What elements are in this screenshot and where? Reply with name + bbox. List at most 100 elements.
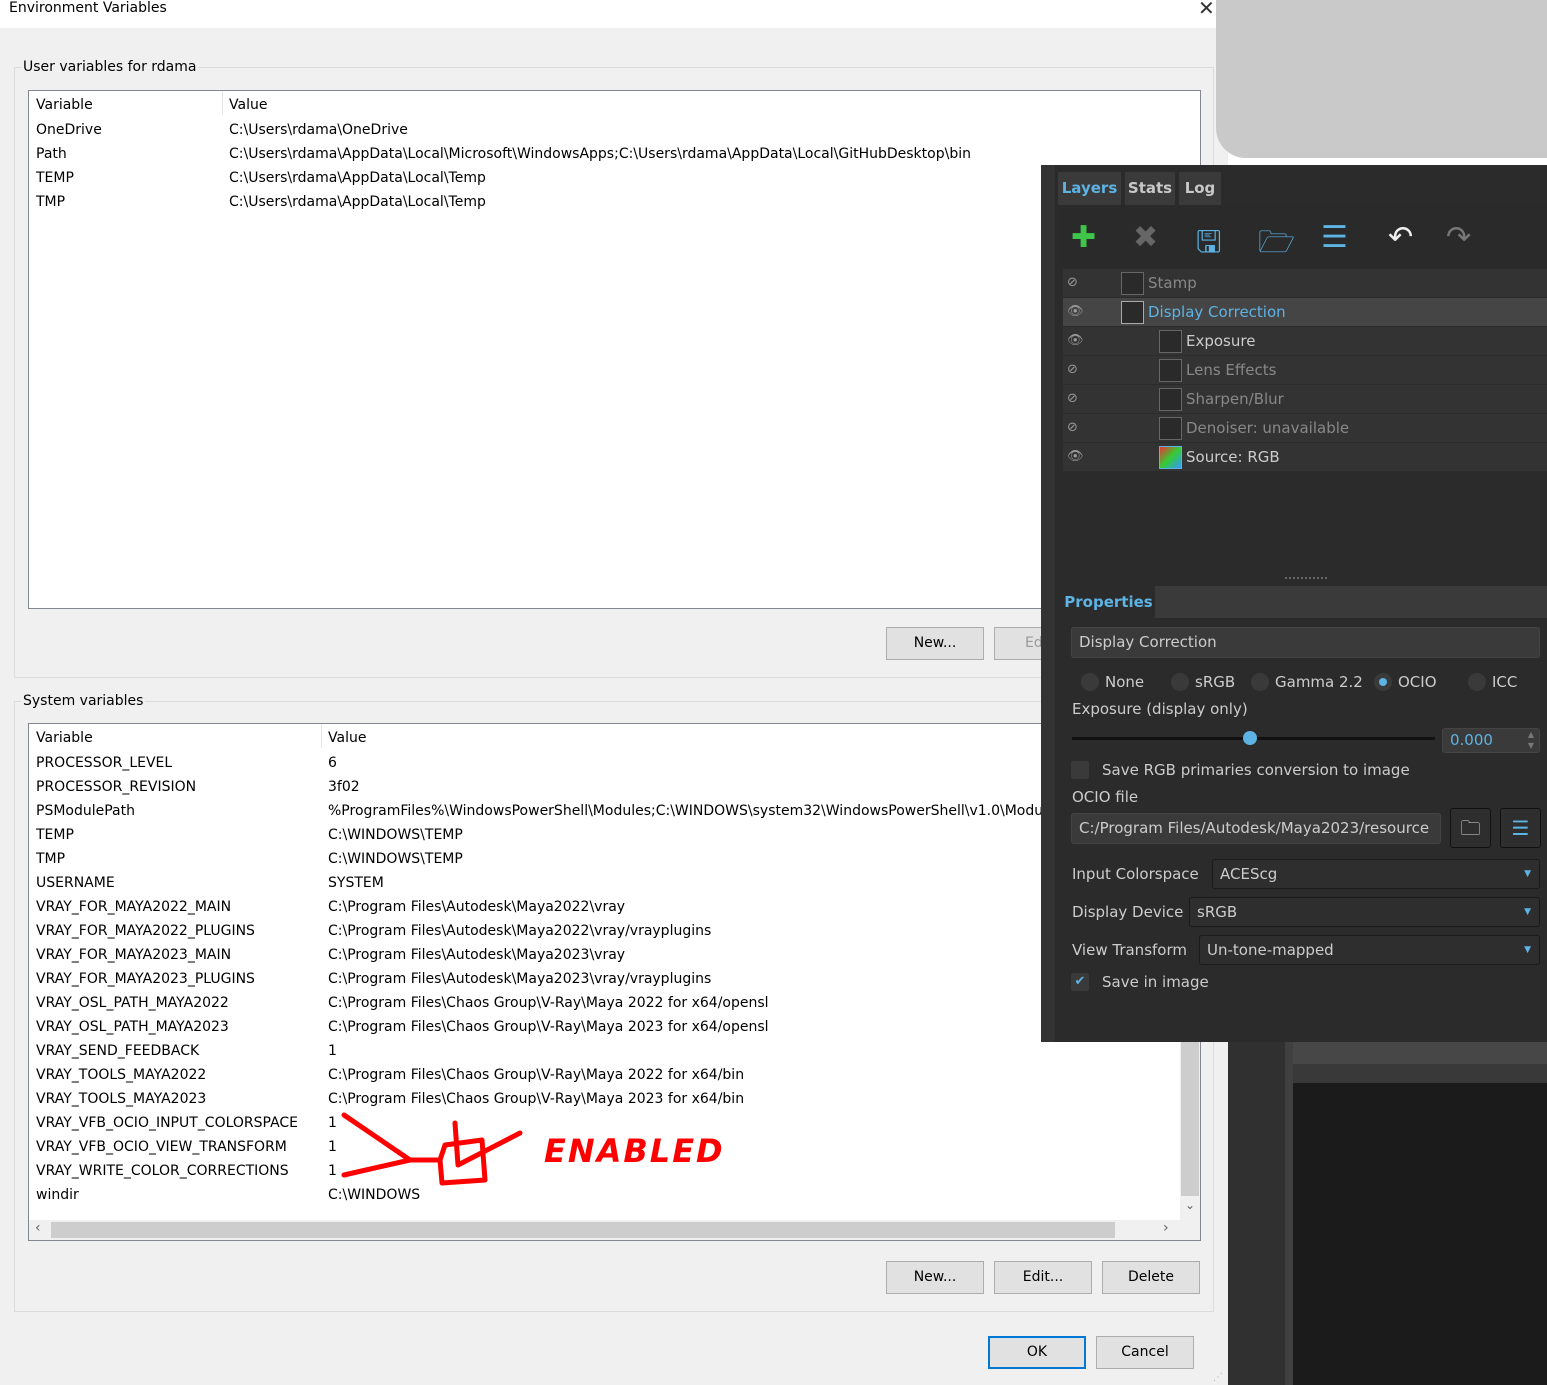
layer-name-field[interactable]: Display Correction — [1071, 627, 1540, 658]
user-variable-value[interactable]: C:\Users\rdama\AppData\Local\Temp — [229, 170, 486, 186]
system-variable-name[interactable]: PROCESSOR_LEVEL — [36, 755, 172, 771]
system-variable-name[interactable]: VRAY_SEND_FEEDBACK — [36, 1043, 199, 1059]
system-variable-name[interactable]: VRAY_FOR_MAYA2023_MAIN — [36, 947, 231, 963]
exposure-spinbox[interactable]: 0.000 ▲ ▼ — [1442, 728, 1540, 753]
scroll-right-icon[interactable]: › — [1163, 1220, 1169, 1236]
layer-row[interactable]: 👁 Display Correction — [1063, 298, 1547, 326]
system-variable-name[interactable]: VRAY_VFB_OCIO_INPUT_COLORSPACE — [36, 1115, 298, 1131]
splitter-handle[interactable] — [1285, 577, 1327, 582]
system-variable-name[interactable]: windir — [36, 1187, 79, 1203]
spin-arrows-icon[interactable]: ▲ ▼ — [1528, 729, 1534, 751]
eye-icon[interactable]: 👁 — [1067, 327, 1087, 355]
column-divider[interactable] — [222, 91, 223, 115]
system-variable-value[interactable]: C:\Program Files\Autodesk\Maya2022\vray/… — [328, 923, 711, 939]
resize-grip-icon[interactable]: ⋰ — [1213, 1372, 1223, 1383]
system-variable-value[interactable]: C:\Program Files\Chaos Group\V-Ray\Maya … — [328, 995, 769, 1011]
column-header-value[interactable]: Value — [229, 97, 267, 113]
input-colorspace-dropdown[interactable]: ACEScg ▼ — [1212, 859, 1540, 889]
system-variable-name[interactable]: PSModulePath — [36, 803, 135, 819]
user-variable-value[interactable]: C:\Users\rdama\OneDrive — [229, 122, 408, 138]
system-variable-name[interactable]: TMP — [36, 851, 65, 867]
system-variable-name[interactable]: VRAY_FOR_MAYA2022_MAIN — [36, 899, 231, 915]
exposure-slider-thumb[interactable] — [1242, 731, 1257, 745]
radio-button[interactable] — [1251, 673, 1269, 691]
ok-button[interactable]: OK — [988, 1336, 1086, 1369]
eye-hidden-icon[interactable]: ⊘ — [1067, 269, 1087, 297]
radio-button[interactable] — [1468, 673, 1486, 691]
redo-icon[interactable]: ↷ — [1446, 220, 1471, 255]
system-variable-name[interactable]: VRAY_VFB_OCIO_VIEW_TRANSFORM — [36, 1139, 287, 1155]
system-variable-value[interactable]: 6 — [328, 755, 337, 771]
system-variable-name[interactable]: USERNAME — [36, 875, 115, 891]
system-variable-value[interactable]: %ProgramFiles%\WindowsPowerShell\Modules… — [328, 803, 1063, 819]
scroll-down-icon[interactable]: ⌄ — [1185, 1198, 1195, 1212]
layer-row[interactable]: ⊘ Denoiser: unavailable — [1063, 414, 1547, 442]
delete-layer-icon[interactable]: ✖ — [1133, 220, 1158, 255]
view-transform-dropdown[interactable]: Un-tone-mapped ▼ — [1199, 935, 1540, 965]
column-header-value[interactable]: Value — [328, 730, 366, 746]
system-variable-value[interactable]: SYSTEM — [328, 875, 384, 891]
ocio-menu-icon[interactable]: ☰ — [1500, 808, 1541, 848]
user-variable-name[interactable]: Path — [36, 146, 67, 162]
add-layer-icon[interactable]: ✚ — [1071, 220, 1096, 255]
eye-icon[interactable]: 👁 — [1067, 298, 1087, 326]
system-variable-value[interactable]: 1 — [328, 1043, 337, 1059]
system-variable-value[interactable]: C:\Program Files\Autodesk\Maya2023\vray/… — [328, 971, 711, 987]
system-delete-button[interactable]: Delete — [1102, 1261, 1200, 1294]
save-rgb-checkbox[interactable] — [1071, 761, 1089, 779]
close-icon[interactable]: ✕ — [1198, 0, 1215, 20]
user-variables-list[interactable]: Variable Value OneDrive C:\Users\rdama\On… — [28, 90, 1201, 609]
system-variable-name[interactable]: VRAY_OSL_PATH_MAYA2023 — [36, 1019, 229, 1035]
user-variable-value[interactable]: C:\Users\rdama\AppData\Local\Microsoft\W… — [229, 146, 971, 162]
layer-list-menu-icon[interactable]: ☰ — [1321, 220, 1348, 255]
eye-hidden-icon[interactable]: ⊘ — [1067, 414, 1087, 442]
system-variable-name[interactable]: VRAY_TOOLS_MAYA2023 — [36, 1091, 206, 1107]
user-variable-value[interactable]: C:\Users\rdama\AppData\Local\Temp — [229, 194, 486, 210]
system-variable-name[interactable]: VRAY_FOR_MAYA2022_PLUGINS — [36, 923, 255, 939]
display-device-dropdown[interactable]: sRGB ▼ — [1189, 897, 1540, 927]
system-variable-value[interactable]: C:\Program Files\Autodesk\Maya2022\vray — [328, 899, 625, 915]
column-divider[interactable] — [321, 724, 322, 748]
layer-row[interactable]: 👁 Exposure — [1063, 327, 1547, 355]
system-new-button[interactable]: New... — [886, 1261, 984, 1294]
system-edit-button[interactable]: Edit... — [994, 1261, 1092, 1294]
system-variable-value[interactable]: C:\WINDOWS\TEMP — [328, 851, 463, 867]
cancel-button[interactable]: Cancel — [1096, 1336, 1194, 1369]
user-variable-name[interactable]: TEMP — [36, 170, 74, 186]
vertical-scroll-thumb[interactable] — [1181, 1024, 1199, 1196]
system-variable-name[interactable]: VRAY_FOR_MAYA2023_PLUGINS — [36, 971, 255, 987]
user-variable-name[interactable]: TMP — [36, 194, 65, 210]
system-variable-name[interactable]: VRAY_TOOLS_MAYA2022 — [36, 1067, 206, 1083]
radio-button[interactable] — [1081, 673, 1099, 691]
ocio-file-input[interactable]: C:/Program Files/Autodesk/Maya2023/resou… — [1071, 813, 1441, 844]
system-variable-value[interactable]: C:\Program Files\Chaos Group\V-Ray\Maya … — [328, 1019, 769, 1035]
system-variable-name[interactable]: PROCESSOR_REVISION — [36, 779, 196, 795]
system-variable-value[interactable]: C:\Program Files\Chaos Group\V-Ray\Maya … — [328, 1067, 744, 1083]
radio-button[interactable] — [1171, 673, 1189, 691]
tab-log[interactable]: Log — [1179, 172, 1221, 205]
system-variable-name[interactable]: TEMP — [36, 827, 74, 843]
column-header-variable[interactable]: Variable — [36, 730, 93, 746]
save-layers-icon[interactable]: 🖫 — [1196, 220, 1222, 271]
tab-layers[interactable]: Layers — [1058, 172, 1121, 205]
radio-button[interactable] — [1374, 673, 1392, 691]
eye-hidden-icon[interactable]: ⊘ — [1067, 385, 1087, 413]
system-variable-value[interactable]: C:\Program Files\Autodesk\Maya2023\vray — [328, 947, 625, 963]
save-in-image-checkbox[interactable]: ✔ — [1071, 973, 1089, 991]
horizontal-scroll-thumb[interactable] — [51, 1222, 1115, 1238]
system-variable-name[interactable]: VRAY_OSL_PATH_MAYA2022 — [36, 995, 229, 1011]
exposure-slider[interactable] — [1072, 731, 1435, 745]
scroll-left-icon[interactable]: ‹ — [35, 1220, 41, 1236]
user-variable-name[interactable]: OneDrive — [36, 122, 102, 138]
column-header-variable[interactable]: Variable — [36, 97, 93, 113]
load-layers-icon[interactable]: 🗁 — [1258, 220, 1295, 271]
user-new-button[interactable]: New... — [886, 627, 984, 660]
system-variable-value[interactable]: 3f02 — [328, 779, 360, 795]
undo-icon[interactable]: ↶ — [1388, 220, 1413, 255]
layer-row[interactable]: 👁 Source: RGB — [1063, 443, 1547, 471]
horizontal-scrollbar[interactable]: ‹ › — [29, 1220, 1200, 1240]
eye-icon[interactable]: 👁 — [1067, 443, 1087, 471]
layer-row[interactable]: ⊘ Lens Effects — [1063, 356, 1547, 384]
eye-hidden-icon[interactable]: ⊘ — [1067, 356, 1087, 384]
system-variable-value[interactable]: C:\WINDOWS\TEMP — [328, 827, 463, 843]
